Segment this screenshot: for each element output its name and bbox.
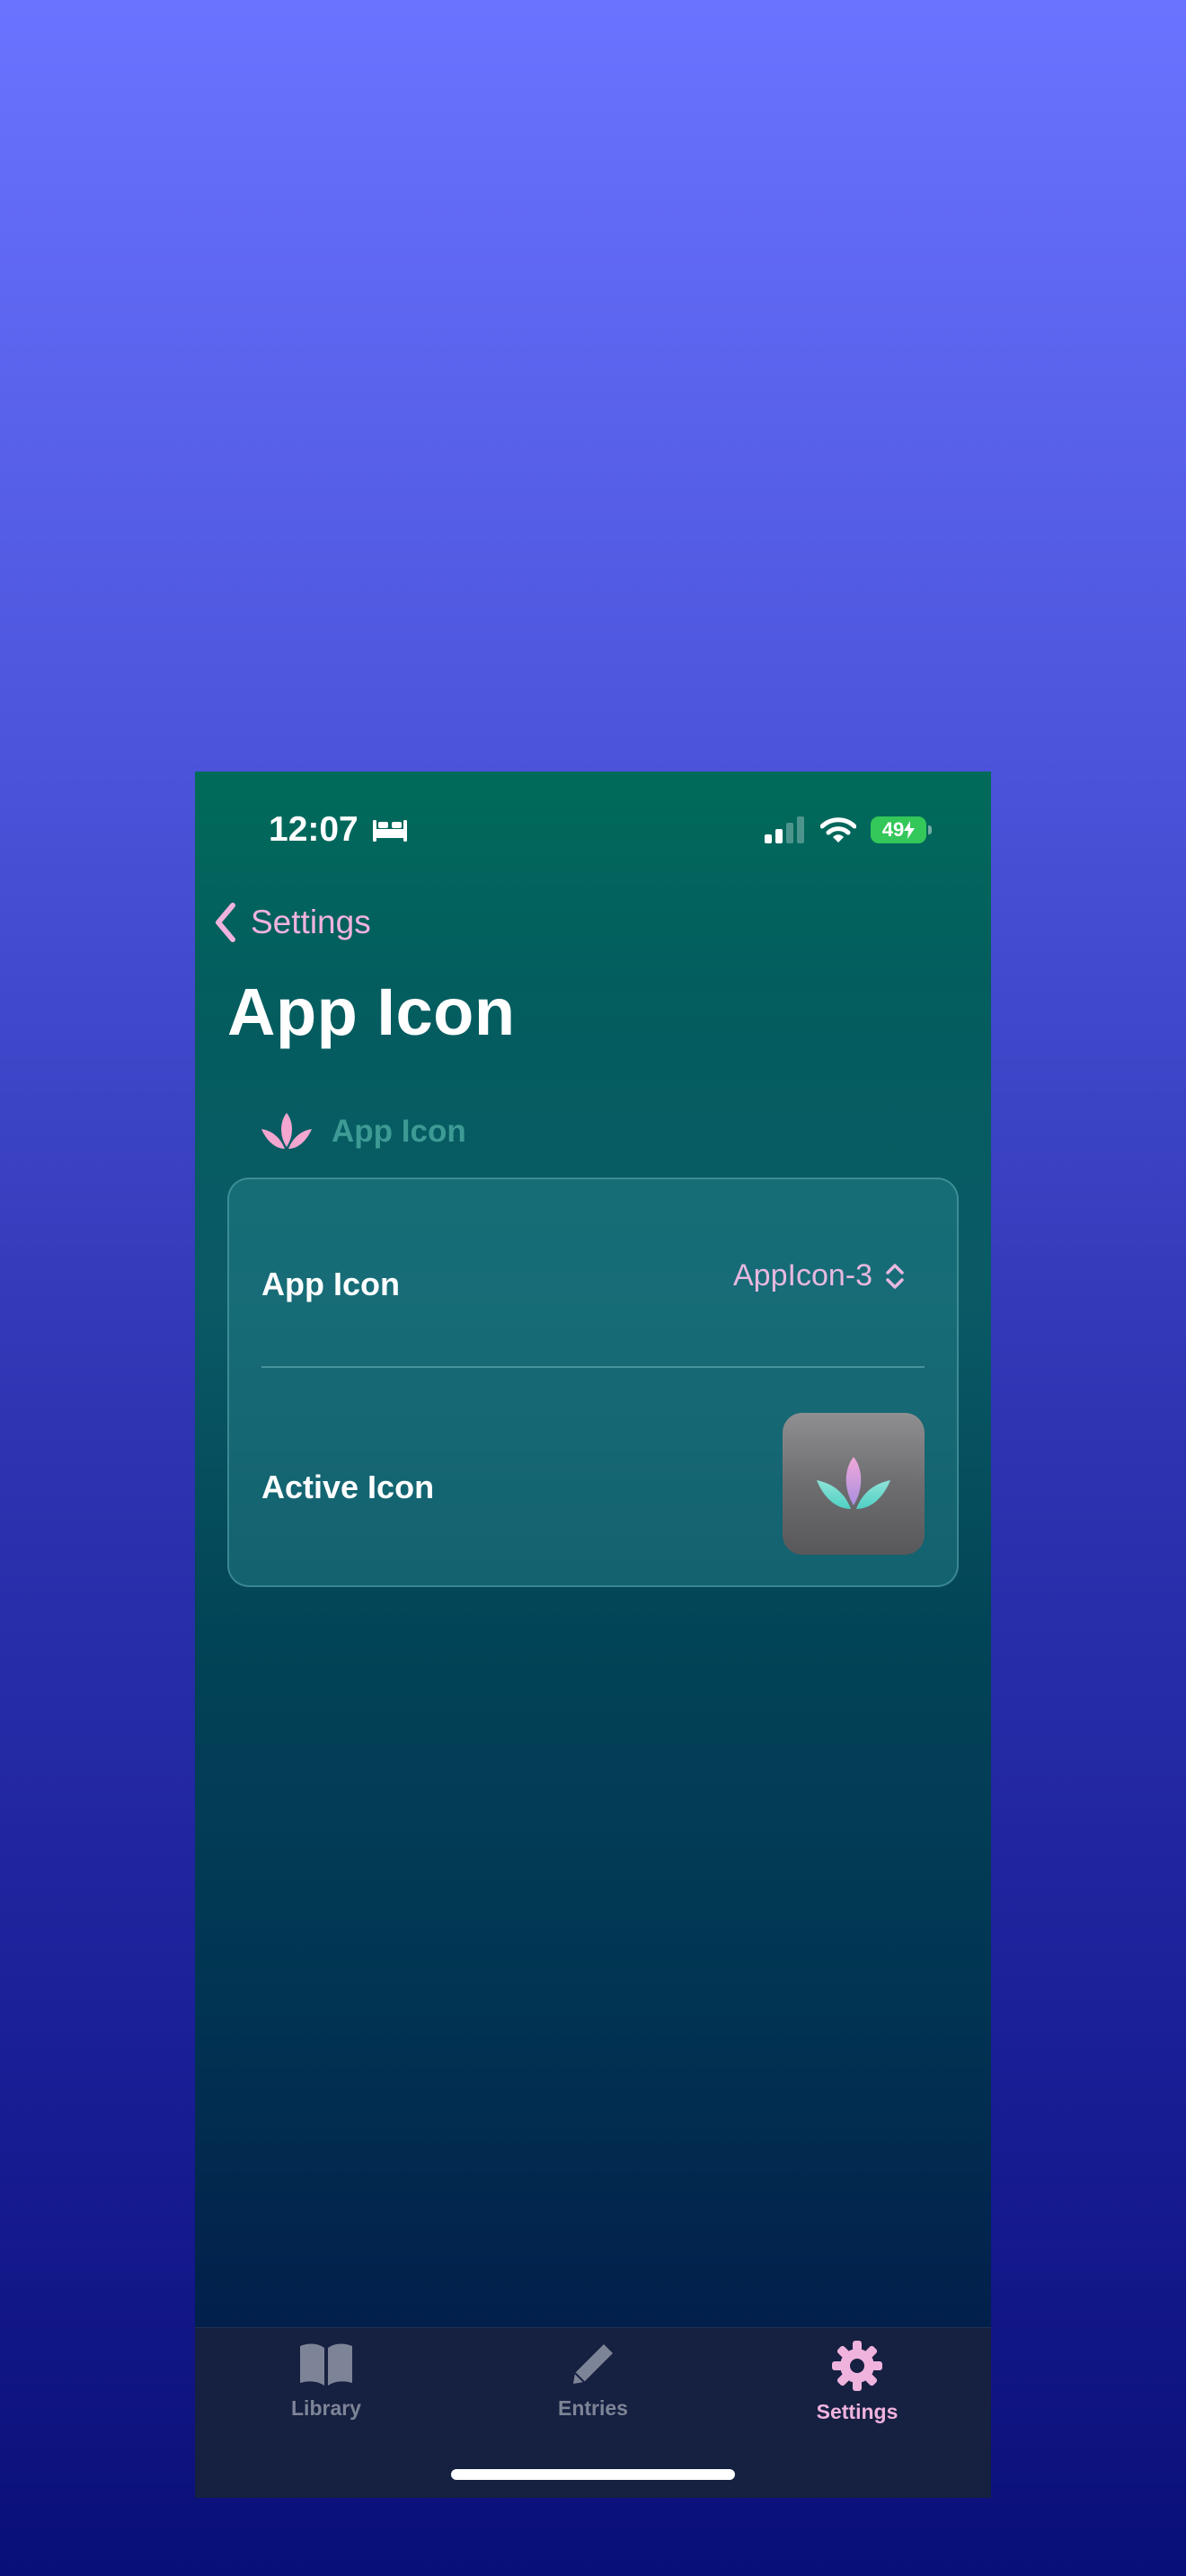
tab-settings-label: Settings: [816, 2400, 898, 2423]
home-indicator[interactable]: [451, 2469, 735, 2480]
chevron-up-down-icon: [886, 1263, 904, 1289]
status-time-text: 12:07: [269, 810, 358, 849]
bed-icon: [372, 820, 407, 842]
tab-library[interactable]: Library: [236, 2341, 416, 2421]
battery-indicator: 49: [871, 816, 932, 843]
phone-screen: 12:07 49 Settings App Icon App Icon App …: [195, 772, 991, 2498]
wifi-icon: [820, 817, 856, 842]
app-icon-row-label: App Icon: [261, 1266, 400, 1302]
tab-settings[interactable]: Settings: [767, 2341, 947, 2424]
section-header-label: App Icon: [332, 1114, 466, 1149]
section-header: App Icon: [260, 1111, 466, 1152]
back-button[interactable]: Settings: [213, 902, 371, 943]
status-time: 12:07: [269, 810, 409, 850]
back-label: Settings: [251, 904, 371, 940]
battery-level: 49: [881, 818, 905, 841]
charging-bolt-icon: [904, 821, 916, 839]
app-icon-card: App Icon AppIcon-3 Active Icon: [227, 1178, 959, 1587]
book-icon: [300, 2343, 352, 2386]
app-icon-picker[interactable]: AppIcon-3: [733, 1258, 905, 1293]
tab-library-label: Library: [291, 2396, 361, 2420]
active-icon-row-label: Active Icon: [261, 1469, 435, 1505]
pencil-icon: [573, 2344, 613, 2384]
row-divider: [261, 1366, 925, 1368]
lotus-app-icon: [817, 1457, 890, 1509]
active-icon-preview: [783, 1413, 925, 1555]
tab-entries-label: Entries: [558, 2396, 628, 2420]
cellular-signal-icon: [765, 816, 804, 843]
tab-entries[interactable]: Entries: [503, 2341, 683, 2421]
app-icon-picker-value: AppIcon-3: [733, 1258, 872, 1292]
page-title: App Icon: [227, 975, 516, 1049]
chevron-left-icon: [216, 903, 235, 942]
gear-icon: [832, 2341, 882, 2391]
lotus-icon: [261, 1113, 312, 1149]
status-indicators: 49: [765, 816, 932, 843]
